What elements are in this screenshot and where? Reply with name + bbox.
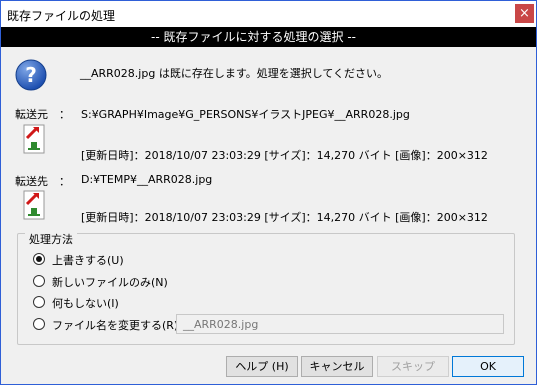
dest-path: D:¥TEMP¥__ARR028.jpg xyxy=(81,173,213,186)
dest-info: [更新日時]：2018/10/07 23:03:29 [サイズ]：14,270 … xyxy=(81,211,488,224)
help-button[interactable]: ヘルプ (H) xyxy=(226,356,298,377)
radio-button[interactable] xyxy=(33,296,45,308)
close-icon: × xyxy=(519,6,530,21)
window-title: 既存ファイルの処理 xyxy=(7,9,116,23)
dialog-window: 既存ファイルの処理 × -- 既存ファイルに対する処理の選択 -- ? __AR… xyxy=(0,0,537,385)
source-label: 転送元 ： xyxy=(15,108,70,121)
dest-label: 転送先 ： xyxy=(15,175,70,188)
radio-label: 上書きする(U) xyxy=(52,254,124,267)
radio-button[interactable] xyxy=(33,275,45,287)
method-legend: 処理方法 xyxy=(25,231,77,247)
svg-text:?: ? xyxy=(25,63,37,87)
radio-label: 何もしない(I) xyxy=(52,297,119,310)
ok-button[interactable]: OK xyxy=(452,356,524,377)
skip-button[interactable]: スキップ xyxy=(377,356,449,377)
cancel-button[interactable]: キャンセル xyxy=(301,356,373,377)
source-path: S:¥GRAPH¥Image¥G_PERSONS¥イラストJPEG¥__ARR0… xyxy=(81,108,410,121)
radio-button[interactable] xyxy=(33,318,45,330)
radio-label: ファイル名を変更する(R) xyxy=(52,319,179,332)
rename-input[interactable]: __ARR028.jpg xyxy=(176,314,504,334)
file-arrow-icon xyxy=(23,124,45,154)
banner-text: -- 既存ファイルに対する処理の選択 -- xyxy=(151,30,356,44)
section-banner: -- 既存ファイルに対する処理の選択 -- xyxy=(1,27,536,47)
title-bar[interactable]: 既存ファイルの処理 × xyxy=(1,1,536,27)
close-button[interactable]: × xyxy=(515,4,534,23)
question-icon: ? xyxy=(15,59,47,91)
source-info: [更新日時]：2018/10/07 23:03:29 [サイズ]：14,270 … xyxy=(81,149,488,162)
radio-label: 新しいファイルのみ(N) xyxy=(52,276,168,289)
message-text: __ARR028.jpg は既に存在します。処理を選択してください。 xyxy=(80,67,389,80)
file-arrow-icon xyxy=(23,190,45,220)
radio-button[interactable] xyxy=(33,253,45,265)
